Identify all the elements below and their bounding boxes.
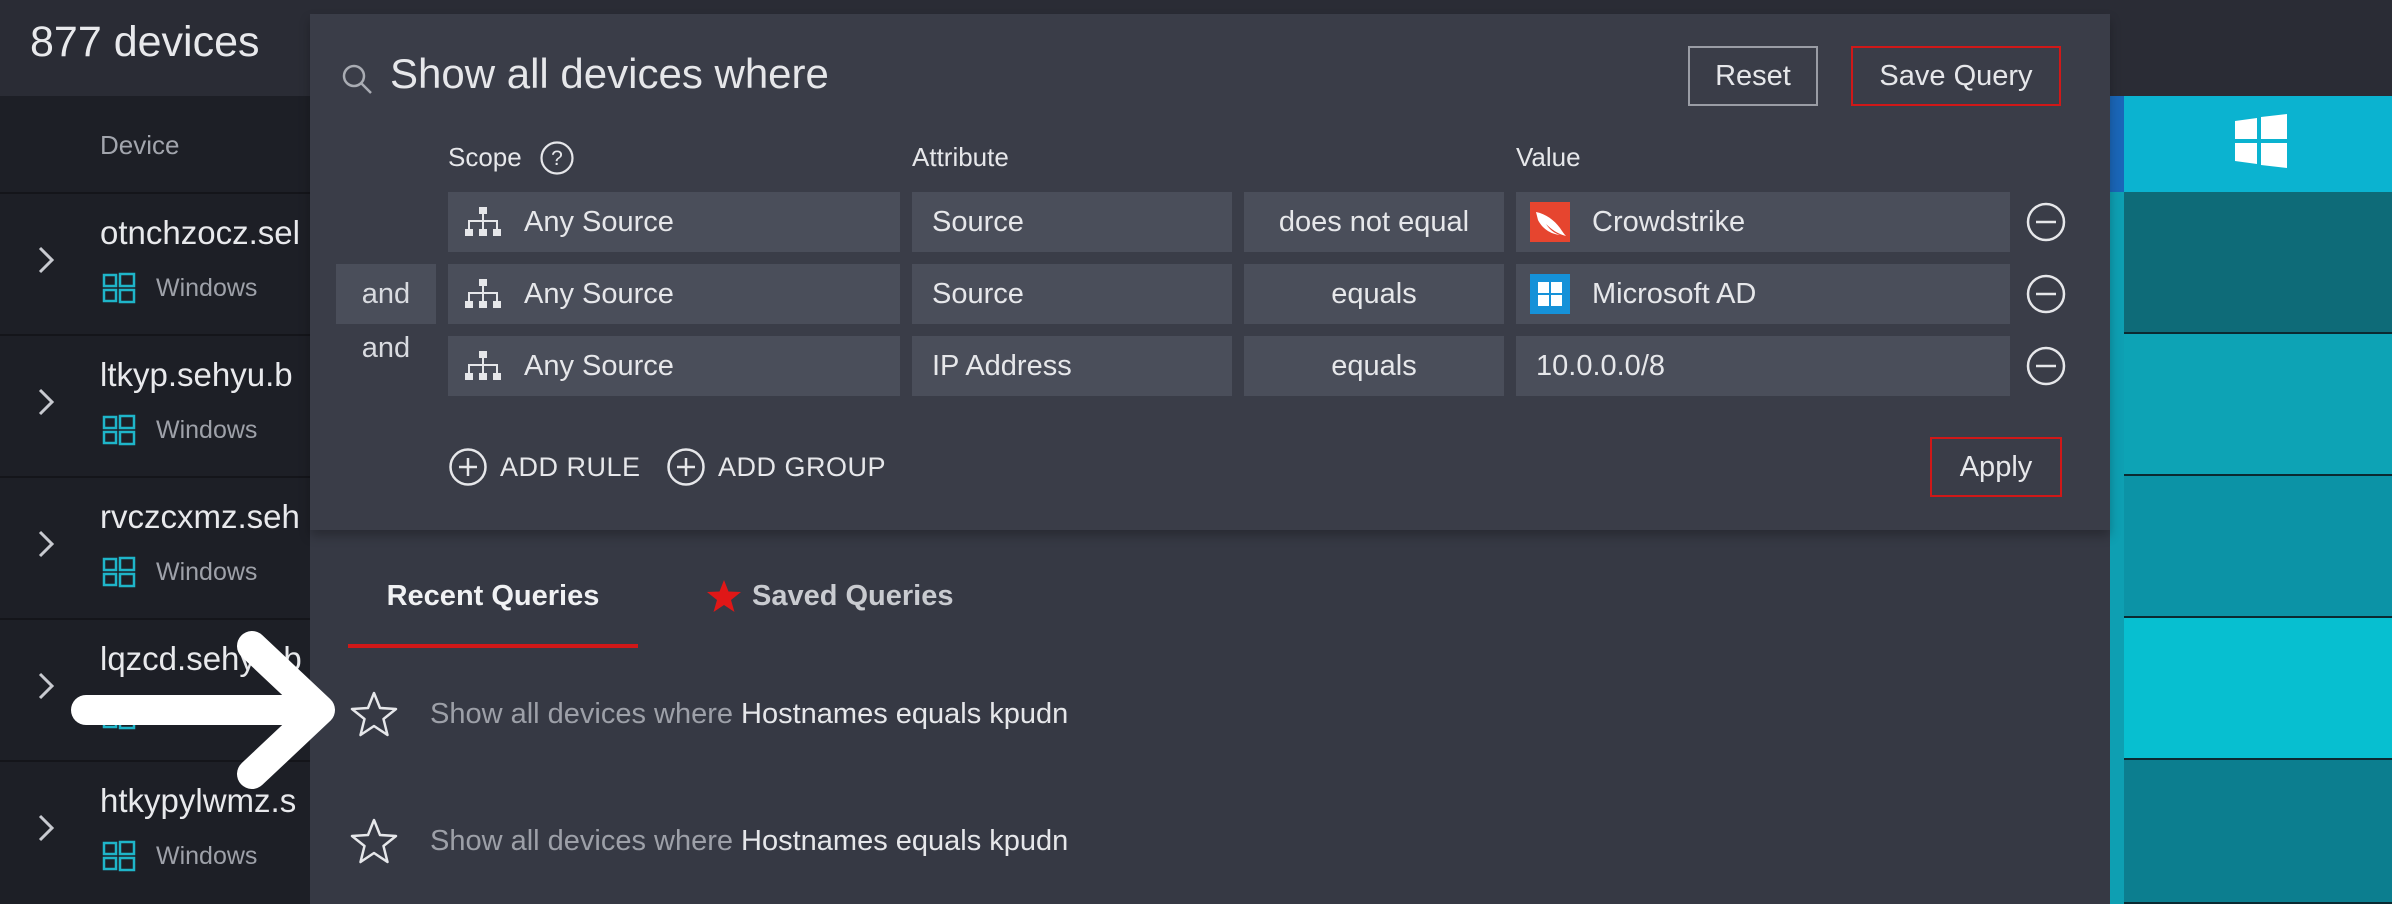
windows-icon (102, 556, 136, 588)
tile[interactable] (2124, 760, 2392, 904)
saved-queries-label: Saved Queries (752, 579, 954, 612)
chevron-right-icon[interactable] (34, 812, 58, 844)
svg-text:?: ? (551, 147, 563, 170)
query-condition: Hostnames equals kpudn (741, 697, 1069, 730)
help-icon[interactable]: ? (539, 140, 575, 176)
scope-value: Any Source (524, 205, 674, 238)
tile[interactable] (2124, 334, 2392, 476)
reset-button[interactable]: Reset (1688, 46, 1818, 106)
value-select[interactable]: Crowdstrike (1516, 192, 2010, 252)
remove-rule-icon[interactable] (2025, 345, 2067, 387)
save-query-button[interactable]: Save Query (1851, 46, 2061, 106)
value-text: Microsoft AD (1592, 277, 1757, 310)
add-rule-label: ADD RULE (500, 451, 641, 482)
operator-select[interactable]: does not equal (1244, 192, 1504, 252)
device-row[interactable]: otnchzocz.sel Windows (0, 192, 310, 334)
scope-select[interactable]: Any Source (448, 336, 900, 396)
scope-value: Any Source (524, 277, 674, 310)
windows-logo-icon (2235, 114, 2287, 168)
query-builder: Show all devices where Reset Save Query … (310, 14, 2110, 530)
attribute-select[interactable]: Source (912, 192, 1232, 252)
tab-saved-queries[interactable]: Saved Queries (706, 564, 954, 628)
conjunction-label (336, 192, 436, 252)
operator-select[interactable]: equals (1244, 264, 1504, 324)
attribute-select[interactable]: Source (912, 264, 1232, 324)
value-text: Crowdstrike (1592, 205, 1746, 238)
scope-value: Any Source (524, 349, 674, 382)
search-icon (342, 64, 372, 94)
device-row[interactable]: ltkyp.sehyu.b Windows (0, 334, 310, 476)
tile[interactable] (2124, 192, 2392, 334)
recent-query-item[interactable]: Show all devices where Hostnames equals … (350, 811, 1068, 871)
os-label: Windows (156, 558, 258, 586)
windows-icon (102, 414, 136, 446)
add-group-label: ADD GROUP (718, 451, 887, 482)
os-tile-grid (2110, 96, 2392, 904)
query-title: Show all devices where (390, 50, 829, 97)
scope-select[interactable]: Any Source (448, 264, 900, 324)
chevron-right-icon[interactable] (34, 244, 58, 276)
chevron-right-icon[interactable] (34, 670, 58, 702)
value-input[interactable]: 10.0.0.0/8 (1516, 336, 2010, 396)
device-row[interactable]: rvczcxmz.seh Windows (0, 476, 310, 618)
microsoft-windows-icon (1530, 274, 1570, 314)
value-column-header: Value (1516, 142, 1581, 172)
active-tab-indicator (348, 644, 638, 648)
value-text: 10.0.0.0/8 (1536, 349, 1665, 382)
os-label: Windows (156, 416, 258, 444)
remove-rule-icon[interactable] (2025, 273, 2067, 315)
device-name[interactable]: otnchzocz.sel (100, 214, 300, 252)
star-outline-icon[interactable] (350, 691, 398, 737)
tile[interactable] (2124, 618, 2392, 760)
windows-icon (102, 840, 136, 872)
plus-circle-icon (667, 448, 705, 486)
apply-button[interactable]: Apply (1930, 437, 2062, 497)
value-select[interactable]: Microsoft AD (1516, 264, 2010, 324)
chevron-right-icon[interactable] (34, 528, 58, 560)
device-name[interactable]: rvczcxmz.seh (100, 498, 300, 536)
query-rule: Any Source Source does not equal Crowdst… (310, 192, 2110, 252)
attribute-select[interactable]: IP Address (912, 336, 1232, 396)
query-prefix: Show all devices where (430, 824, 734, 857)
recent-query-item[interactable]: Show all devices where Hostnames equals … (350, 684, 1068, 744)
hierarchy-icon (465, 351, 501, 380)
query-panel: Show all devices where Reset Save Query … (310, 14, 2110, 904)
query-rule: and Any Source Source equals Microsoft A… (310, 264, 2110, 324)
query-prefix: Show all devices where (430, 697, 734, 730)
conjunction-label: and (361, 331, 411, 364)
os-label: Windows (156, 842, 258, 870)
query-rule: and Any Source IP Address equals 10.0.0.… (310, 332, 2110, 396)
conjunction-select[interactable]: and (336, 264, 436, 324)
arrow-right-icon (71, 631, 335, 789)
star-filled-icon (707, 580, 741, 612)
chevron-right-icon[interactable] (34, 386, 58, 418)
plus-circle-icon (449, 448, 487, 486)
star-outline-icon[interactable] (350, 818, 398, 864)
query-condition: Hostnames equals kpudn (741, 824, 1069, 857)
os-label: Windows (156, 274, 258, 302)
operator-select[interactable]: equals (1244, 336, 1504, 396)
device-name[interactable]: ltkyp.sehyu.b (100, 356, 293, 394)
device-count: 877 devices (30, 18, 260, 66)
scope-column-header: Scope (448, 142, 522, 172)
attribute-column-header: Attribute (912, 142, 1009, 172)
tab-recent-queries[interactable]: Recent Queries (348, 564, 638, 628)
add-rule-button[interactable]: ADD RULE (448, 446, 641, 488)
scope-select[interactable]: Any Source (448, 192, 900, 252)
add-group-button[interactable]: ADD GROUP (666, 446, 886, 488)
hierarchy-icon (465, 279, 501, 308)
crowdstrike-icon (1530, 202, 1570, 242)
device-column-header[interactable]: Device (100, 130, 179, 161)
tile-stripe (2110, 96, 2124, 904)
tile[interactable] (2124, 476, 2392, 618)
windows-icon (102, 272, 136, 304)
hierarchy-icon (465, 207, 501, 236)
remove-rule-icon[interactable] (2025, 201, 2067, 243)
